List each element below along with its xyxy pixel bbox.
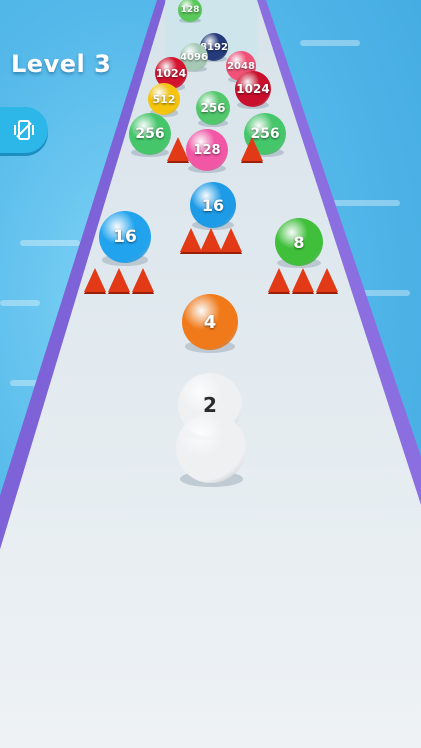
spike-obstacle [316,268,338,292]
spike-obstacle [167,137,189,161]
number-ball: 256 [196,91,230,125]
number-ball: 16 [99,211,151,263]
spike-obstacle [180,228,202,252]
ball-value: 128 [193,142,221,158]
ball-value: 4096 [180,51,208,63]
number-ball: 16 [190,182,236,228]
number-ball: 1024 [235,71,271,107]
spike-obstacle [241,137,263,161]
ball-value: 1024 [236,82,270,96]
ball-value: 16 [113,227,137,247]
spike-obstacle [84,268,106,292]
ball-value: 256 [200,101,226,115]
vibration-phone-icon [14,120,34,140]
ball-value: 256 [135,126,165,142]
spike-obstacle [268,268,290,292]
game-viewport[interactable]: 128 8192 4096 2048 1024 1024 512 256 256 256 128 16… [0,0,421,748]
ball-value: 16 [201,195,225,215]
vibration-toggle-button[interactable] [0,107,48,153]
number-ball [176,413,246,483]
level-indicator: Level 3 [11,50,112,78]
spike-obstacle [200,228,222,252]
ball-value: 2048 [227,60,255,72]
spike-obstacle [292,268,314,292]
spike-obstacle [132,268,154,292]
ball-value: 8 [293,232,305,252]
ball-value: 128 [180,5,200,15]
number-ball: 512 [148,83,180,115]
number-ball: 128 [186,129,228,171]
ball-value: 4 [203,311,217,333]
spike-obstacle [220,228,242,252]
number-ball: 8 [275,218,323,266]
spike-obstacle [108,268,130,292]
number-ball: 256 [129,113,171,155]
ball-value: 512 [152,92,176,106]
number-ball: 4 [182,294,238,350]
ball-value: 1024 [155,66,187,80]
